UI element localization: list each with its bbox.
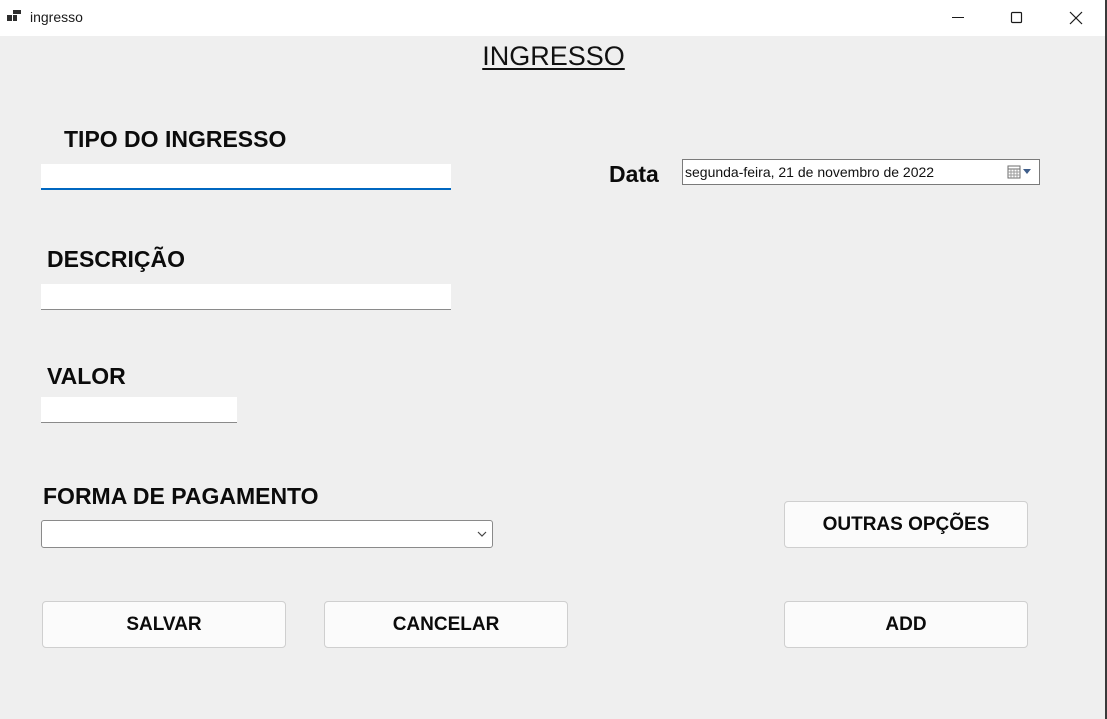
close-icon xyxy=(1069,11,1083,25)
cancelar-button[interactable]: CANCELAR xyxy=(324,601,568,648)
ingresso-window: ingresso INGRESSO TIPO DO INGRESSO Data … xyxy=(0,0,1107,719)
minimize-icon xyxy=(952,17,964,18)
maximize-icon xyxy=(1010,11,1023,24)
close-button[interactable] xyxy=(1047,0,1105,36)
tipo-ingresso-label: TIPO DO INGRESSO xyxy=(64,126,287,152)
date-picker-value: segunda-feira, 21 de novembro de 2022 xyxy=(685,164,935,180)
forma-pagamento-label: FORMA DE PAGAMENTO xyxy=(43,483,319,509)
descricao-input[interactable] xyxy=(41,284,451,310)
app-icon xyxy=(7,10,22,24)
outras-opcoes-button[interactable]: OUTRAS OPÇÕES xyxy=(784,501,1028,548)
page-title: INGRESSO xyxy=(482,41,625,71)
minimize-button[interactable] xyxy=(929,0,987,36)
valor-label: VALOR xyxy=(47,363,126,389)
maximize-button[interactable] xyxy=(988,0,1046,36)
chevron-down-icon xyxy=(477,531,487,537)
window-title: ingresso xyxy=(30,9,83,25)
add-button[interactable]: ADD xyxy=(784,601,1028,648)
forma-pagamento-select[interactable] xyxy=(41,520,493,548)
tipo-ingresso-input[interactable] xyxy=(41,164,451,190)
descricao-label: DESCRIÇÃO xyxy=(47,246,186,272)
data-label: Data xyxy=(609,161,659,187)
valor-input[interactable] xyxy=(41,397,237,423)
title-bar[interactable]: ingresso xyxy=(0,0,1105,36)
salvar-button[interactable]: SALVAR xyxy=(42,601,286,648)
calendar-icon[interactable] xyxy=(1007,165,1035,179)
date-picker[interactable]: segunda-feira, 21 de novembro de 2022 xyxy=(682,159,1040,185)
